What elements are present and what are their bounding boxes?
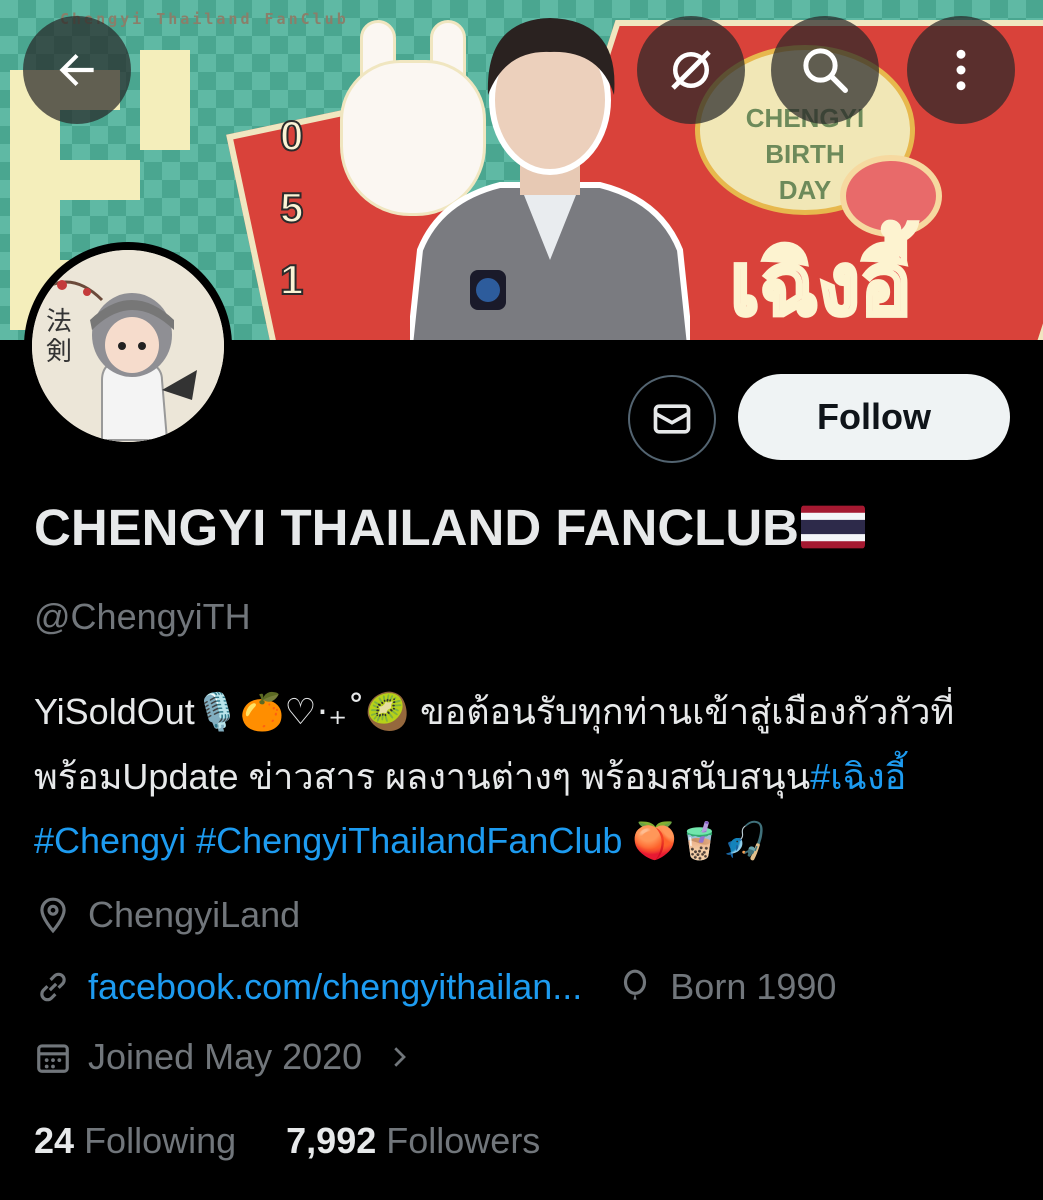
following-stat[interactable]: 24 Following [34,1120,236,1161]
chibi-illustration: 法 剣 [32,250,224,442]
website-link[interactable]: facebook.com/chengyithailan... [88,966,582,1008]
back-button[interactable] [23,16,131,124]
broadcast-button[interactable] [637,16,745,124]
followers-label: Followers [386,1120,541,1161]
website-row: facebook.com/chengyithailan... Born 1990 [34,966,836,1008]
calendar-icon [37,1044,69,1073]
followers-stat[interactable]: 7,992 Followers [286,1120,540,1161]
follow-button[interactable]: Follow [738,374,1010,460]
display-name-text: CHENGYI THAILAND FANCLUB [34,499,799,556]
joined-row[interactable]: Joined May 2020 [34,1036,430,1078]
bio-text: YiSoldOut [34,691,195,732]
banner-digits: 0 5 1 [279,111,304,304]
svg-text:剣: 剣 [46,337,72,367]
avatar-image: 法 剣 [32,250,224,442]
bio-emoji: 🍑🧋🎣 [632,821,767,862]
following-label: Following [84,1120,237,1161]
more-vertical-icon [956,49,966,91]
hashtag-link[interactable]: #เฉิงอี้ [810,756,906,797]
arrow-left-icon [59,53,94,87]
link-icon [40,972,66,1002]
search-button[interactable] [771,16,879,124]
message-button[interactable] [628,375,716,463]
following-count: 24 [34,1120,75,1161]
svg-text:法: 法 [46,307,72,337]
display-name: CHENGYI THAILAND FANCLUB [34,498,865,557]
location-row: ChengyiLand [34,894,300,936]
broadcast-off-icon [671,50,711,90]
bio-emoji: 🎙️🍊♡·₊˚🥝 [194,692,410,733]
location-text: ChengyiLand [88,894,301,935]
profile-avatar[interactable]: 法 剣 [24,242,232,450]
hashtag-link[interactable]: #ChengyiThailandFanClub [196,820,622,861]
search-icon [803,48,848,93]
follow-stats: 24 Following 7,992 Followers [34,1120,540,1162]
birth-text: Born 1990 [670,966,837,1007]
user-handle: @ChengyiTH [34,596,251,637]
followers-count: 7,992 [286,1120,377,1161]
thailand-flag-icon [800,505,865,548]
joined-text: Joined May 2020 [88,1036,363,1077]
balloon-icon [624,969,647,1000]
banner-thai-name: เฉิงอี้ [728,233,914,337]
envelope-icon [653,404,691,434]
more-button[interactable] [907,16,1015,124]
profile-bio: YiSoldOut🎙️🍊♡·₊˚🥝 ขอต้อนรับทุกท่านเข้าสู… [34,680,1024,874]
location-pin-icon [40,897,66,934]
hashtag-link[interactable]: #Chengyi [34,820,186,861]
chevron-right-icon [394,1047,407,1067]
